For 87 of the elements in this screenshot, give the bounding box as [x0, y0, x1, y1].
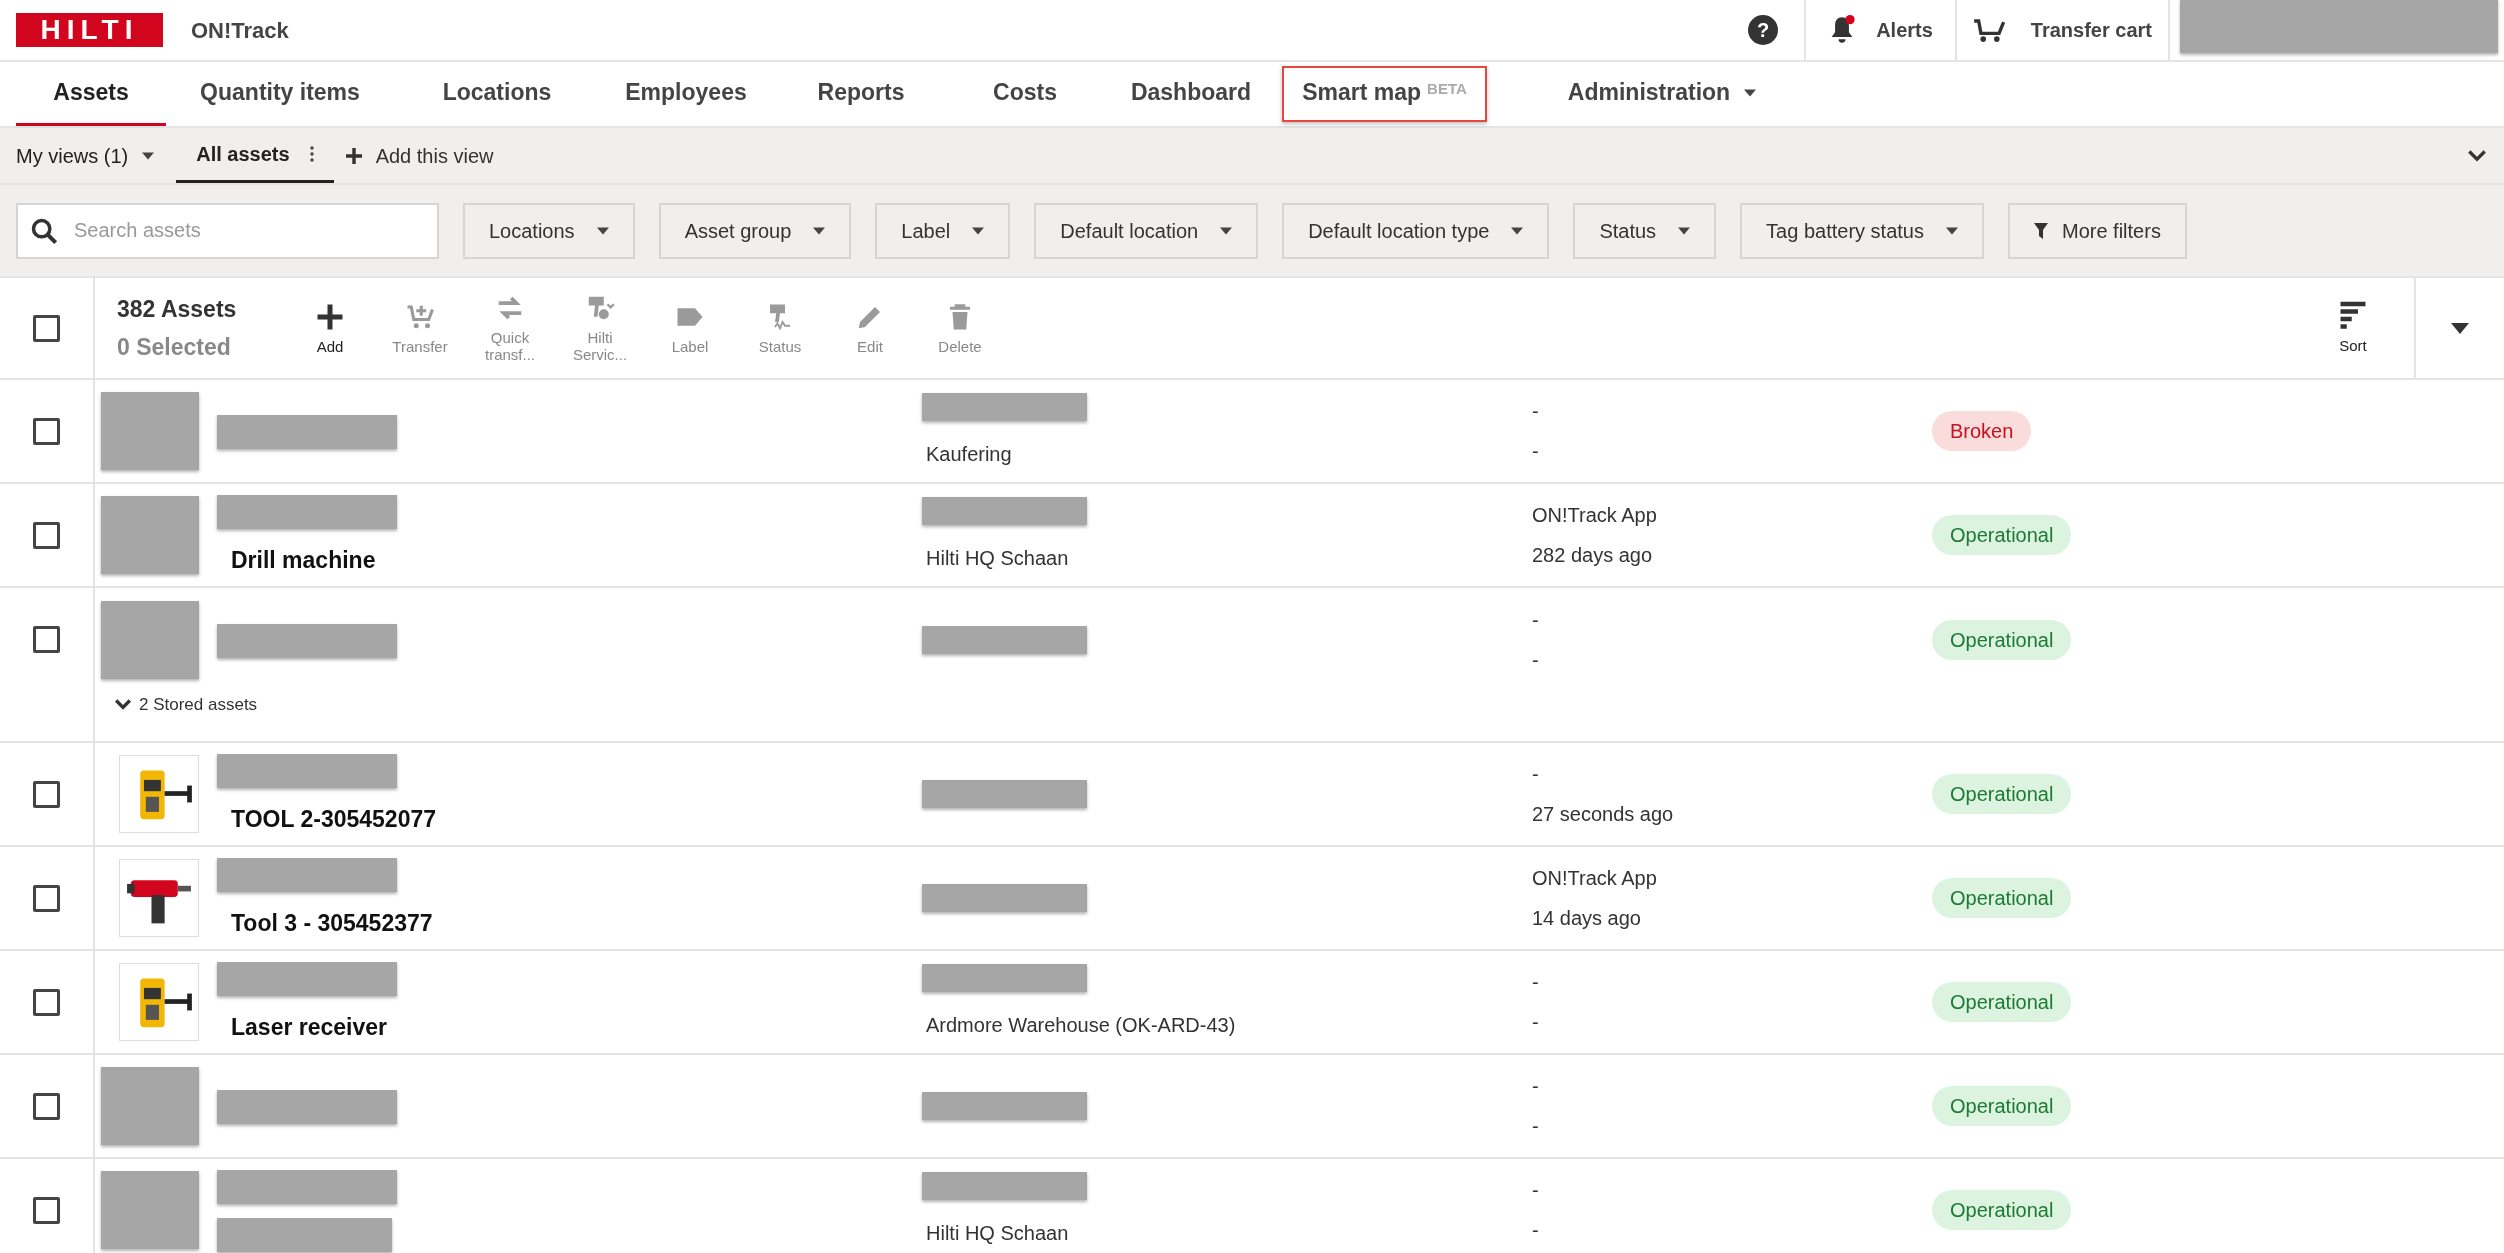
- selected-count: 0 Selected: [117, 333, 232, 362]
- filter-dropdown[interactable]: Default location: [1034, 202, 1259, 259]
- info-text: -: [1532, 608, 1540, 632]
- nav-tab[interactable]: Smart map BETA: [1282, 66, 1487, 122]
- info-text: -: [1532, 1218, 1540, 1242]
- transfer-cart-button[interactable]: Transfer cart: [1954, 0, 2168, 61]
- help-button[interactable]: ?: [1748, 15, 1779, 45]
- checkbox[interactable]: [33, 989, 60, 1016]
- nav-tab[interactable]: Reports: [772, 62, 950, 126]
- caret-icon[interactable]: [2451, 322, 2469, 334]
- funnel-icon: [2034, 222, 2048, 239]
- info-text: -: [1532, 1010, 1540, 1034]
- info-text: 282 days ago: [1532, 543, 1654, 567]
- info-text: ON!Track App: [1532, 866, 1658, 890]
- filter-dropdown[interactable]: Label: [875, 202, 1011, 259]
- info-text: -: [1532, 1074, 1540, 1098]
- info-text: 27 seconds ago: [1532, 802, 1675, 826]
- search-field[interactable]: Search assets: [16, 202, 439, 259]
- info-text: 14 days ago: [1532, 906, 1642, 930]
- add-view-button[interactable]: Add this view: [345, 128, 494, 183]
- info-text: -: [1532, 399, 1540, 423]
- caret-icon: [142, 151, 155, 160]
- nav-tab[interactable]: Administration: [1537, 62, 1787, 126]
- beta-label: BETA: [1427, 79, 1467, 99]
- my-views-dropdown[interactable]: My views (1): [16, 128, 177, 183]
- filter-dropdown[interactable]: Default location type: [1282, 202, 1550, 259]
- checkbox[interactable]: [33, 418, 60, 445]
- status-badge: Operational: [1932, 1086, 2072, 1126]
- kebab-icon[interactable]: [309, 146, 314, 162]
- checkbox[interactable]: [33, 626, 60, 653]
- info-text: ON!Track App: [1532, 503, 1658, 527]
- checkbox[interactable]: [33, 885, 60, 912]
- filter-dropdown[interactable]: Tag battery status: [1740, 202, 1984, 259]
- info-text: -: [1532, 1114, 1540, 1138]
- filter-dropdown[interactable]: Asset group: [658, 202, 852, 259]
- checkbox[interactable]: [33, 781, 60, 808]
- checkbox[interactable]: [33, 522, 60, 549]
- caret-icon: [596, 226, 609, 235]
- checkbox[interactable]: [33, 1093, 60, 1120]
- asset-name[interactable]: Tool 3 - 305452377: [231, 905, 922, 941]
- nav-tab[interactable]: Dashboard: [1100, 62, 1282, 126]
- alerts-button[interactable]: Alerts: [1804, 0, 1955, 61]
- location-text: Hilti HQ Schaan: [926, 546, 1070, 571]
- caret-icon: [1511, 226, 1524, 235]
- asset-name[interactable]: TOOL 2-305452077: [231, 801, 922, 837]
- caret-icon: [813, 226, 826, 235]
- checkbox[interactable]: [33, 314, 60, 342]
- status-badge: Operational: [1932, 620, 2072, 660]
- logo[interactable]: HILTI: [16, 13, 163, 47]
- plus-icon: [345, 147, 362, 164]
- chevron-down-icon[interactable]: [2468, 149, 2486, 162]
- status-badge: Operational: [1932, 878, 2072, 918]
- status-badge: Operational: [1932, 1190, 2072, 1230]
- filter-dropdown[interactable]: Locations: [463, 202, 635, 259]
- nav-tab[interactable]: Quantity items: [166, 62, 394, 126]
- caret-icon: [1220, 226, 1233, 235]
- info-text: -: [1532, 1178, 1540, 1202]
- more-filters-button[interactable]: More filters: [2008, 202, 2187, 259]
- checkbox[interactable]: [33, 1197, 60, 1224]
- filter-dropdown[interactable]: Status: [1573, 202, 1717, 259]
- stored-assets-toggle[interactable]: 2 Stored assets: [115, 692, 258, 718]
- status-badge: Broken: [1932, 411, 2032, 451]
- caret-icon: [1946, 226, 1958, 235]
- info-text: -: [1532, 762, 1540, 786]
- sort-button[interactable]: Sort: [2308, 278, 2398, 378]
- asset-count: 382 Assets: [117, 294, 238, 324]
- status-badge: Operational: [1932, 774, 2072, 814]
- status-badge: Operational: [1932, 515, 2072, 555]
- nav-tab[interactable]: Employees: [600, 62, 772, 126]
- location-text: Ardmore Warehouse (OK-ARD-43): [926, 1013, 1237, 1038]
- info-text: -: [1532, 970, 1540, 994]
- asset-name[interactable]: Drill machine: [231, 542, 922, 578]
- chevron-icon: [115, 699, 131, 711]
- info-text: -: [1532, 648, 1540, 672]
- nav-tab[interactable]: Locations: [394, 62, 600, 126]
- asset-name[interactable]: Laser receiver: [231, 1009, 922, 1045]
- location-text: Hilti HQ Schaan: [926, 1221, 1070, 1246]
- caret-icon: [972, 226, 985, 235]
- nav-tab[interactable]: Costs: [950, 62, 1100, 126]
- location-text: Kaufering: [926, 442, 1013, 467]
- cart-icon: [1972, 17, 2007, 43]
- toolbar-button[interactable]: Add: [285, 278, 375, 378]
- search-icon: [30, 216, 58, 245]
- app-name: ON!Track: [191, 16, 289, 45]
- info-text: -: [1532, 439, 1540, 463]
- caret-icon: [1678, 226, 1691, 235]
- status-badge: Operational: [1932, 982, 2072, 1022]
